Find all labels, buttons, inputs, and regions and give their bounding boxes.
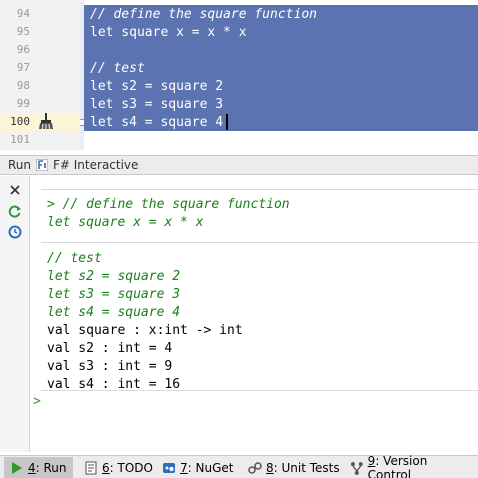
code-line: // test: [90, 61, 145, 76]
console-echo-line: let s2 = square 2: [47, 269, 181, 284]
code-line: // define the square function: [90, 7, 317, 22]
code-line: let square x = x * x: [90, 25, 247, 40]
tab-label: 7: NuGet: [180, 460, 234, 475]
code-line: let s3 = square 3: [90, 97, 224, 112]
nuget-icon: [163, 462, 175, 473]
fsi-console[interactable]: > // define the square function let squa…: [31, 176, 478, 452]
tab-label: 6: TODO: [102, 460, 153, 475]
tab-unit-tests[interactable]: 8: Unit Tests: [242, 457, 346, 478]
console-echo-line: // test: [47, 251, 102, 266]
console-echo-line: let s4 = square 4: [47, 305, 181, 320]
tab-run[interactable]: 4: Run: [4, 457, 73, 478]
reset-icon: [8, 225, 22, 239]
fsharp-icon: [36, 159, 48, 171]
close-button[interactable]: [7, 182, 23, 198]
line-number: 94: [16, 7, 30, 20]
version-control-icon: [350, 461, 363, 475]
line-number: 101: [10, 133, 30, 146]
code-line: let s2 = square 2: [90, 79, 224, 94]
reset-button[interactable]: [7, 224, 23, 240]
tool-window-header: Run F# Interactive: [0, 155, 478, 175]
code-editor[interactable]: 94 95 96 97 98 99 100 101 // define the …: [0, 0, 478, 150]
rerun-icon: [8, 205, 21, 218]
todo-icon: [85, 461, 97, 474]
divider: [41, 242, 478, 243]
line-number: 99: [16, 97, 30, 110]
code-line: let s4 = square 4: [90, 115, 224, 130]
input-prompt[interactable]: >: [33, 394, 41, 409]
console-output-line: val s3 : int = 9: [47, 359, 173, 374]
line-number: 98: [16, 79, 30, 92]
divider: [41, 390, 478, 391]
unit-tests-icon: [248, 461, 262, 474]
console-echo-line: > // define the square function: [47, 197, 290, 212]
tab-nuget[interactable]: 7: NuGet: [156, 457, 239, 478]
console-output-line: val s4 : int = 16: [47, 377, 181, 392]
console-echo-line: let square x = x * x: [47, 215, 204, 230]
close-icon: [10, 185, 20, 195]
rerun-button[interactable]: [7, 203, 23, 219]
divider: [41, 189, 478, 190]
run-label: Run: [8, 158, 32, 172]
run-icon: [12, 461, 22, 474]
line-number-current: 100: [10, 115, 30, 128]
tab-todo[interactable]: 6: TODO: [78, 457, 159, 478]
tab-label: 9: Version Control: [367, 453, 428, 478]
console-output-line: val square : x:int -> int: [47, 323, 243, 338]
console-output-line: val s2 : int = 4: [47, 341, 173, 356]
line-number: 95: [16, 25, 30, 38]
interactive-toolbar: [0, 176, 30, 452]
tab-version-control[interactable]: 9: Version Control: [344, 453, 478, 478]
line-number: 96: [16, 43, 30, 56]
tab-label: 4: Run: [28, 460, 67, 475]
broom-icon[interactable]: [37, 113, 55, 130]
tab-label: 8: Unit Tests: [266, 460, 340, 475]
tool-window-bar: 4: Run 6: TODO 7: NuGet 8: Unit Tests 9:…: [0, 453, 478, 478]
line-number: 97: [16, 61, 30, 74]
console-echo-line: let s3 = square 3: [47, 287, 181, 302]
text-caret: [226, 114, 228, 130]
tab-fsharp-interactive[interactable]: F# Interactive: [53, 158, 138, 172]
